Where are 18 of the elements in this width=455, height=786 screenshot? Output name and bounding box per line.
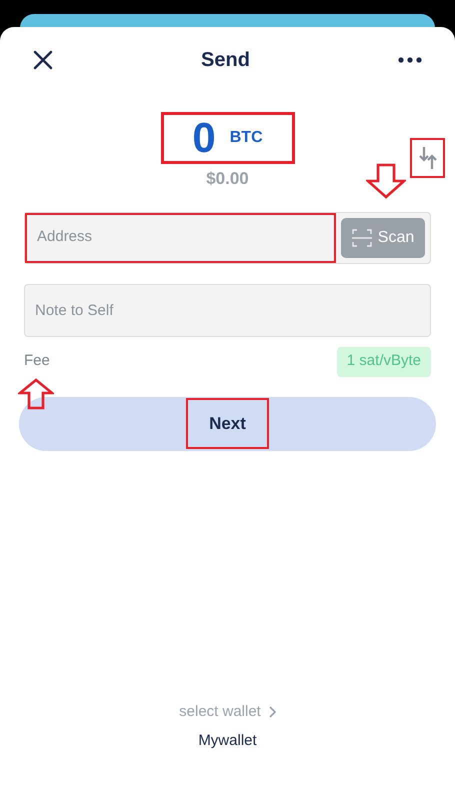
amount-value: 0 bbox=[192, 117, 216, 159]
wallet-name: Mywallet bbox=[198, 730, 257, 750]
swap-button[interactable] bbox=[410, 138, 445, 178]
fee-label: Fee bbox=[24, 351, 50, 372]
chevron-right-icon bbox=[268, 706, 276, 718]
select-wallet-link[interactable]: select wallet bbox=[179, 701, 276, 724]
scan-button[interactable]: Scan bbox=[341, 218, 425, 258]
swap-arrows-icon bbox=[418, 145, 436, 171]
more-icon[interactable] bbox=[398, 57, 422, 63]
fee-rate-badge[interactable]: 1 sat/vByte bbox=[336, 346, 431, 376]
scan-icon bbox=[352, 228, 372, 246]
fiat-amount: $0.00 bbox=[206, 168, 249, 190]
close-icon[interactable] bbox=[33, 50, 53, 70]
screen-title: Send bbox=[201, 48, 250, 73]
note-field[interactable]: Note to Self bbox=[24, 284, 431, 336]
currency-unit: BTC bbox=[230, 128, 263, 148]
address-field[interactable]: Address bbox=[25, 212, 336, 262]
next-button[interactable]: Next bbox=[19, 396, 436, 450]
